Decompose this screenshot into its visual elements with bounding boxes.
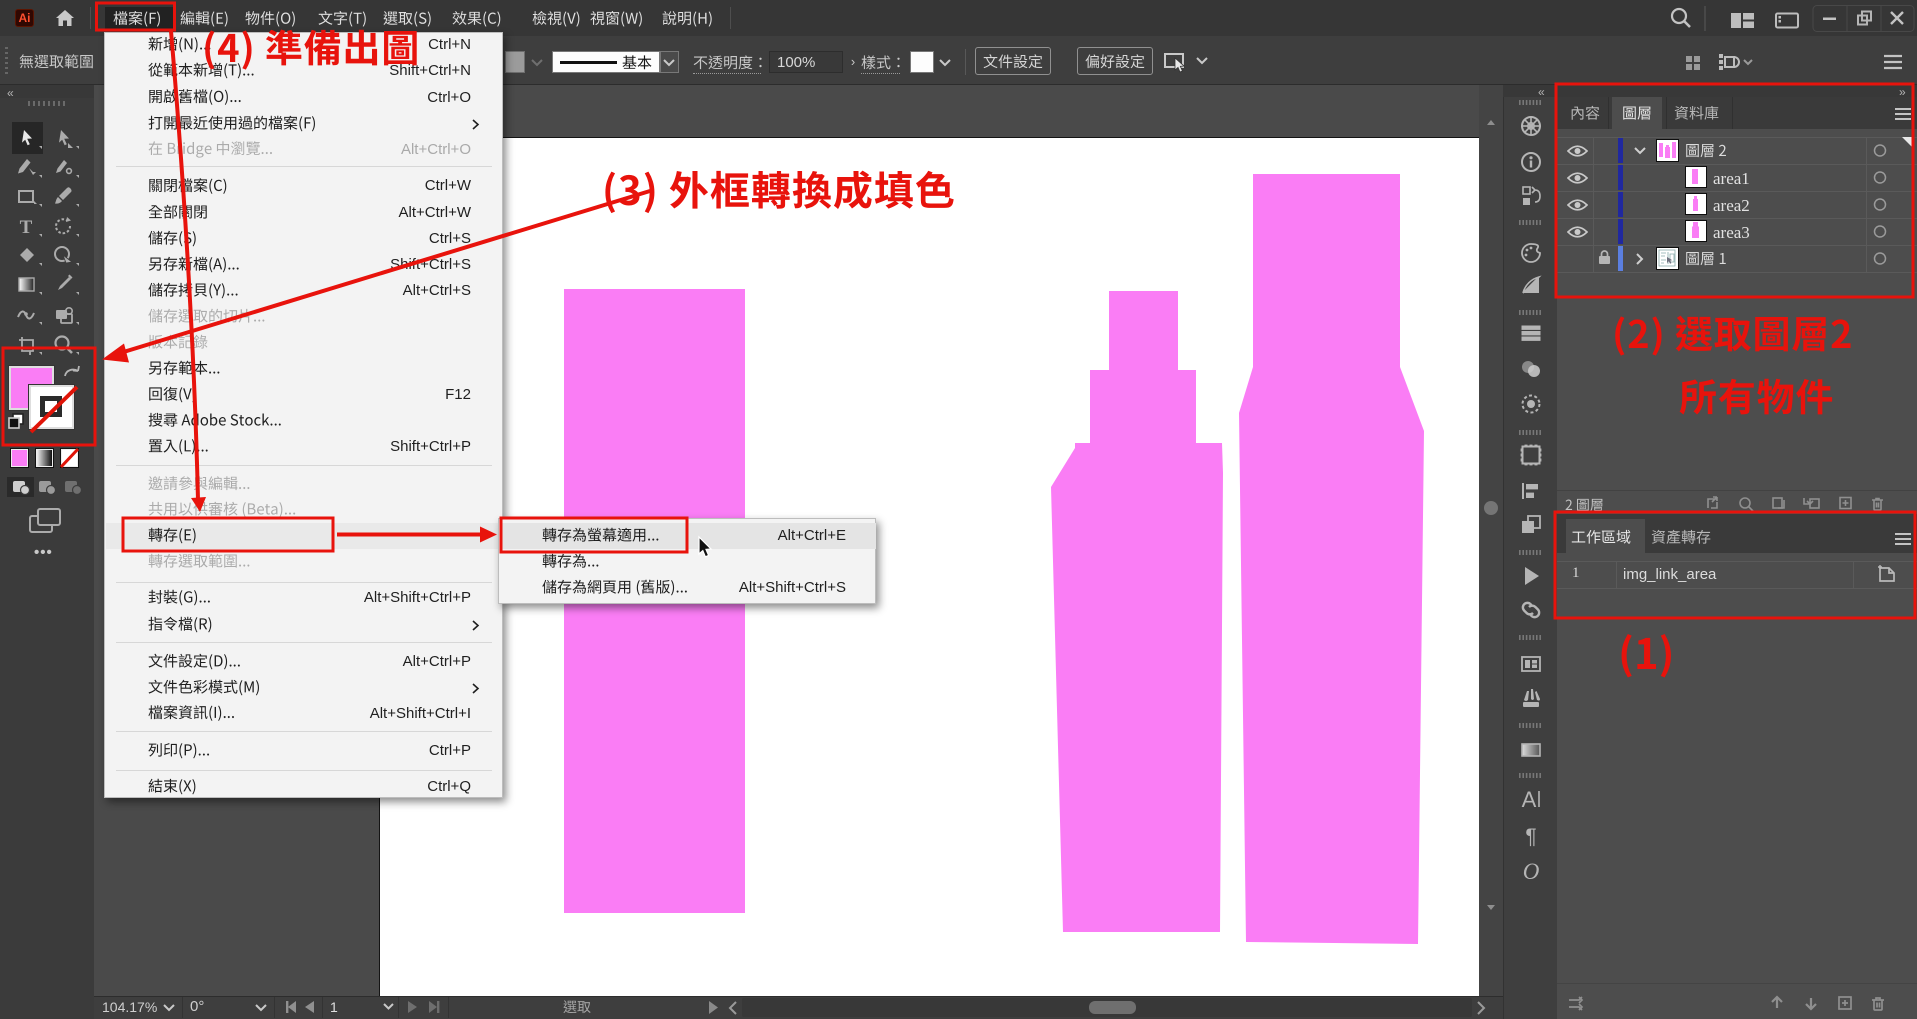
svg-text:A: A	[1522, 787, 1537, 812]
svg-text:T: T	[20, 217, 33, 238]
svg-text:¶: ¶	[1525, 825, 1536, 848]
svg-text:O: O	[1523, 859, 1540, 884]
